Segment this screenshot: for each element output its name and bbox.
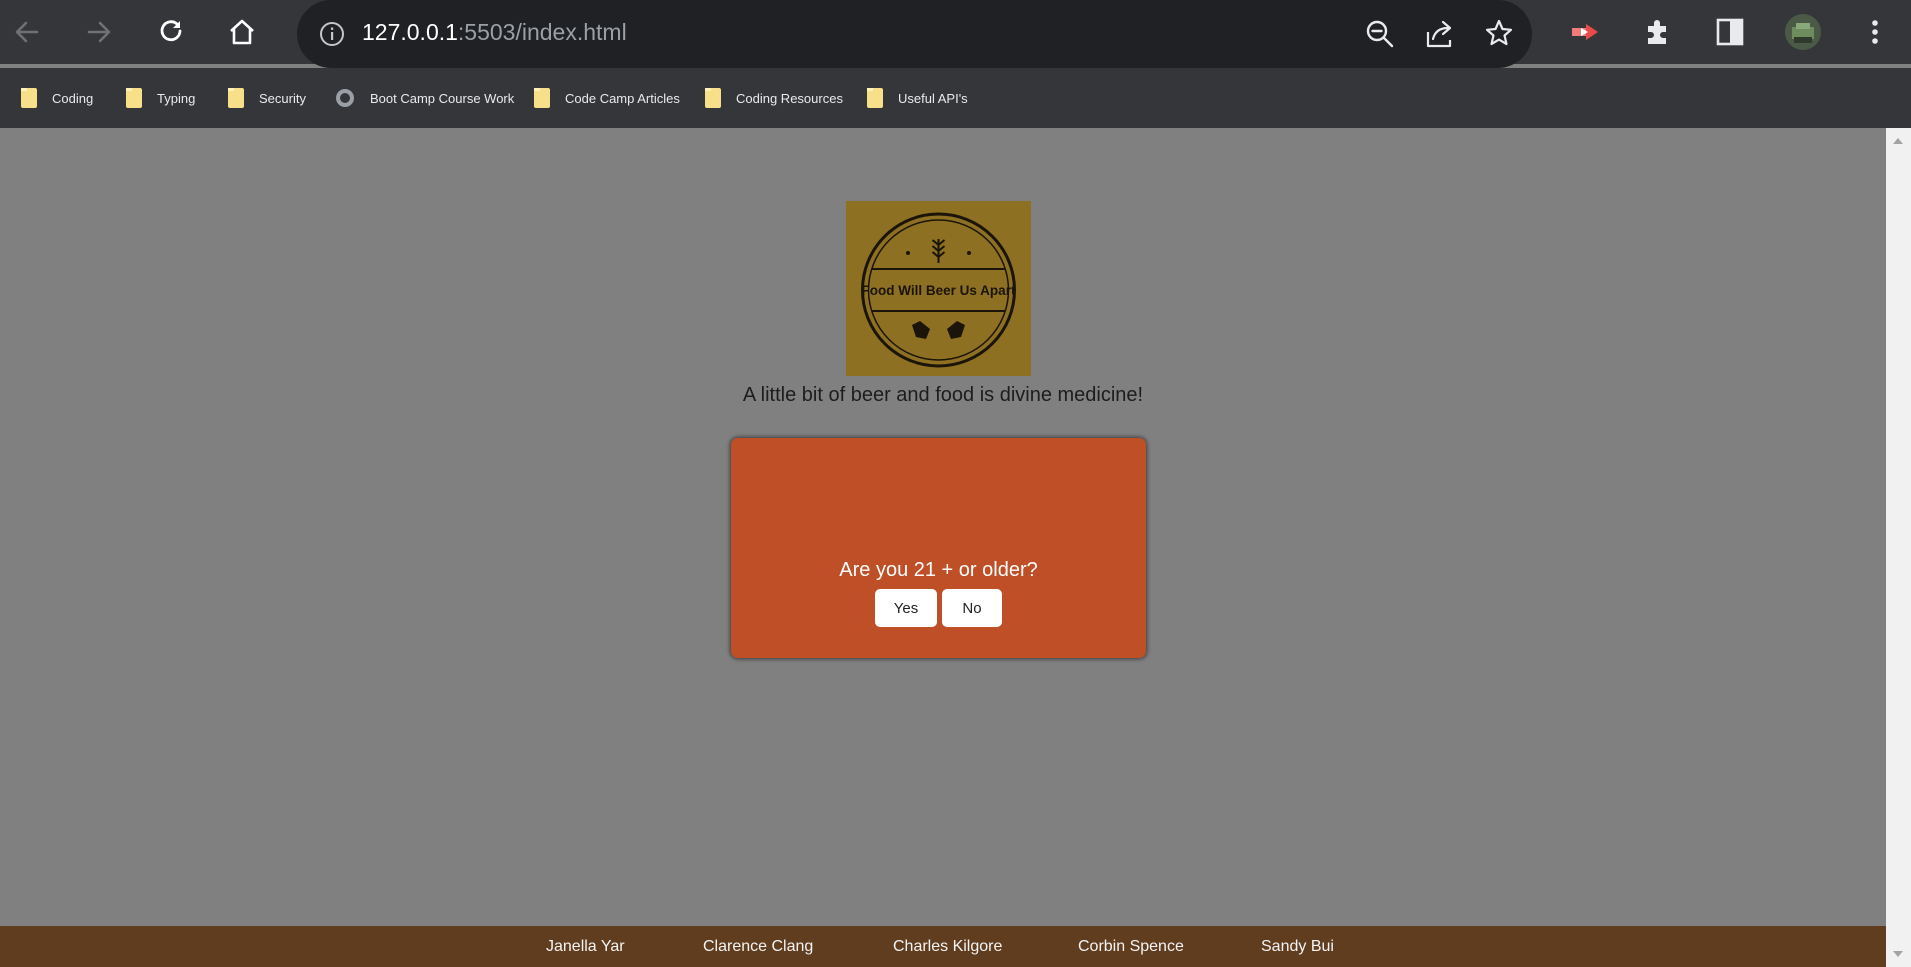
footer-name: Sandy Bui [1261, 938, 1334, 955]
footer-name: Charles Kilgore [893, 938, 1003, 955]
folder-icon [228, 88, 244, 108]
url-text[interactable]: 127.0.0.1:5503/index.html [362, 19, 627, 46]
bookmark-label: Boot Camp Course Work [370, 90, 515, 106]
back-arrow-icon[interactable] [7, 12, 47, 52]
bookmark-label: Typing [157, 90, 196, 106]
logo-text: Food Will Beer Us Apart [862, 283, 1016, 298]
folder-icon [21, 88, 37, 108]
extension-red-icon[interactable] [1565, 12, 1605, 52]
footer-name: Clarence Clang [703, 938, 814, 955]
site-info-icon[interactable] [319, 21, 345, 52]
footer-name: Corbin Spence [1078, 938, 1184, 955]
footer-name: Janella Yar [546, 938, 625, 955]
bookmark-label: Code Camp Articles [565, 90, 680, 106]
github-icon [336, 89, 354, 107]
bookmark-typing[interactable]: Typing [126, 85, 195, 111]
reload-icon[interactable] [151, 12, 191, 52]
vertical-scrollbar[interactable] [1886, 128, 1911, 967]
side-panel-icon[interactable] [1710, 12, 1750, 52]
extensions-puzzle-icon[interactable] [1638, 12, 1678, 52]
home-icon[interactable] [222, 12, 262, 52]
footer: Janella Yar Clarence Clang Charles Kilgo… [0, 926, 1886, 967]
forward-arrow-icon[interactable] [79, 12, 119, 52]
url-host: 127.0.0.1 [362, 19, 458, 45]
yes-button[interactable]: Yes [875, 589, 937, 627]
bookmark-boot-camp-course-work[interactable]: Boot Camp Course Work [336, 85, 514, 111]
bookmark-coding[interactable]: Coding [21, 85, 93, 111]
profile-avatar[interactable] [1783, 12, 1823, 52]
no-button[interactable]: No [942, 589, 1002, 627]
bookmark-code-camp-articles[interactable]: Code Camp Articles [534, 85, 680, 111]
zoom-out-icon[interactable] [1365, 19, 1395, 54]
tagline: A little bit of beer and food is divine … [742, 384, 1144, 406]
age-verification-modal: Are you 21 + or older? Yes No [731, 438, 1146, 658]
address-bar[interactable]: 127.0.0.1:5503/index.html [297, 0, 1532, 68]
scroll-down-arrow-icon[interactable] [1893, 951, 1903, 957]
bookmark-security[interactable]: Security [228, 85, 306, 111]
age-question: Are you 21 + or older? [839, 559, 1038, 581]
logo: Food Will Beer Us Apart [846, 201, 1031, 376]
bookmark-label: Security [259, 90, 306, 106]
bookmark-coding-resources[interactable]: Coding Resources [705, 85, 843, 111]
bookmark-label: Useful API's [898, 90, 968, 106]
bookmarks-bar: Coding Typing Security Boot Camp Course … [0, 68, 1911, 128]
folder-icon [126, 88, 142, 108]
bookmark-star-icon[interactable] [1484, 18, 1514, 53]
bookmark-label: Coding [52, 90, 94, 106]
bookmark-useful-apis[interactable]: Useful API's [867, 85, 968, 111]
scroll-up-arrow-icon[interactable] [1893, 138, 1903, 144]
folder-icon [867, 88, 883, 108]
browser-toolbar: 127.0.0.1:5503/index.html [0, 0, 1911, 68]
kebab-menu-icon[interactable] [1855, 12, 1895, 52]
folder-icon [534, 88, 550, 108]
url-path: :5503/index.html [457, 19, 627, 45]
bookmark-label: Coding Resources [736, 90, 843, 106]
folder-icon [705, 88, 721, 108]
page-viewport: Food Will Beer Us Apart A little bit of … [0, 128, 1886, 967]
share-icon[interactable] [1424, 19, 1456, 54]
